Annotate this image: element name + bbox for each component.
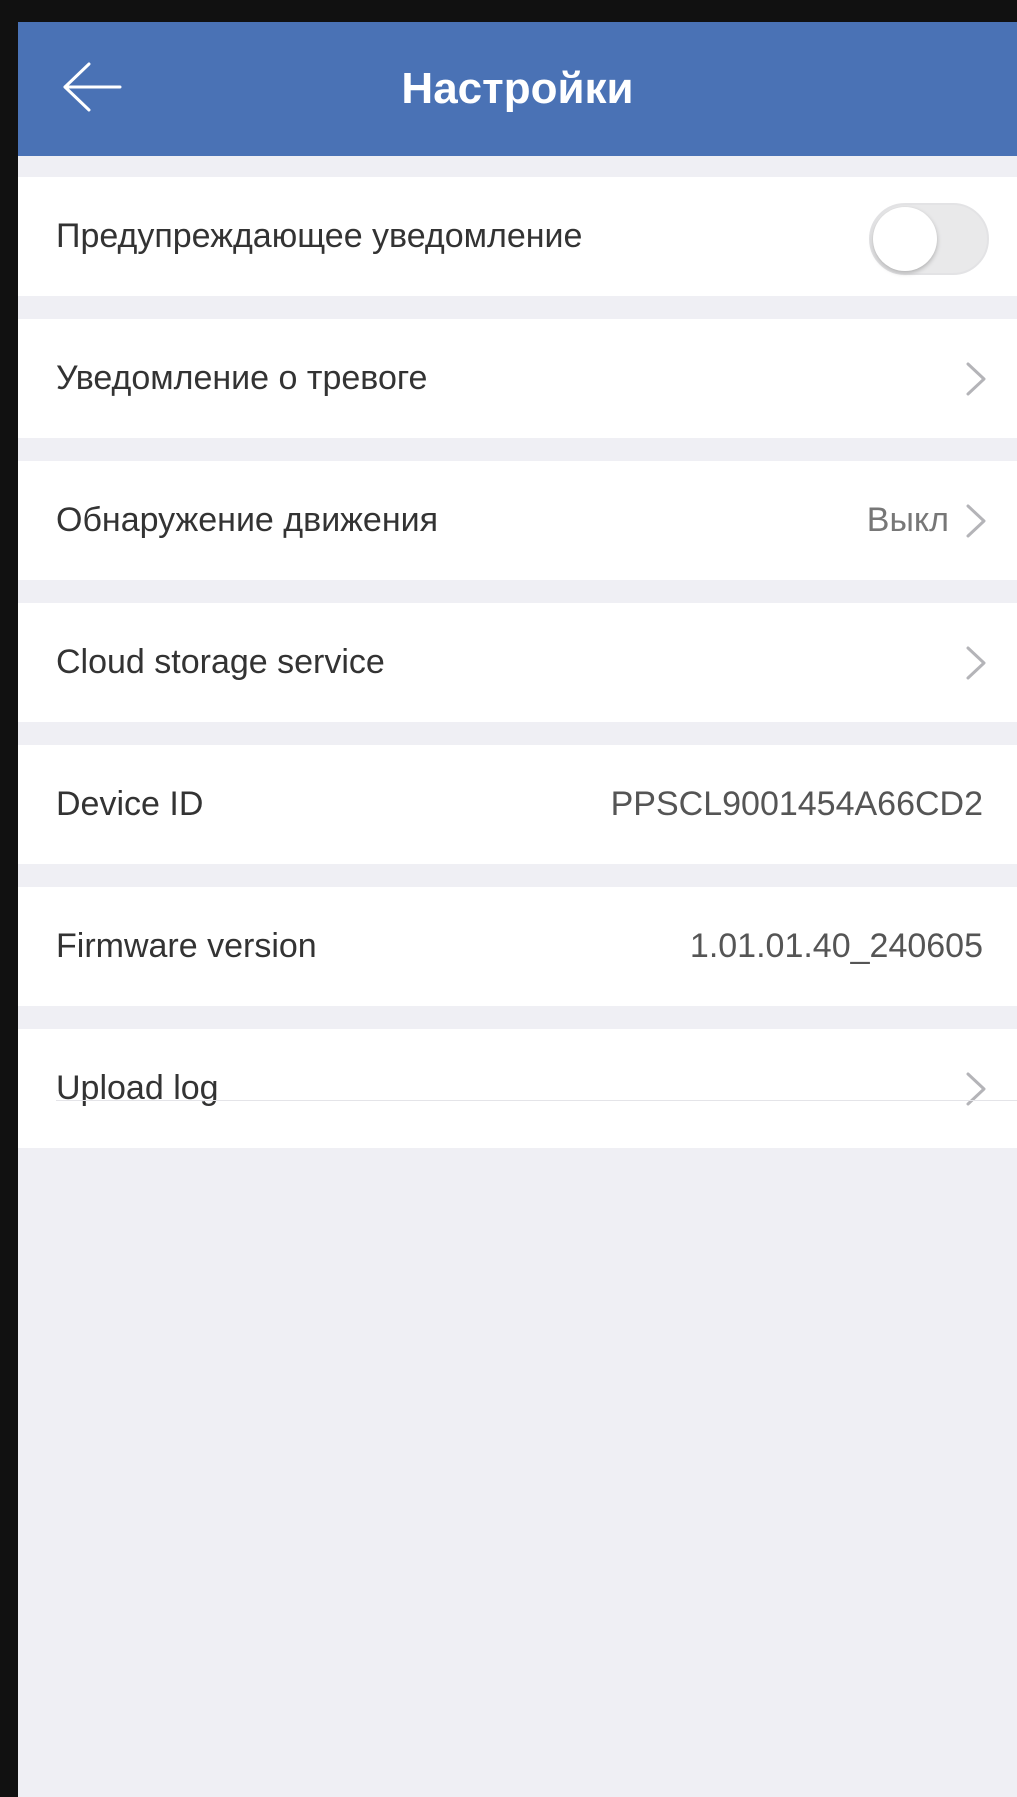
setting-label: Уведомление о тревоге [56, 359, 428, 397]
motion-detection-value: Выкл [866, 501, 949, 539]
setting-device-id: Device ID PPSCL9001454A66CD2 [18, 745, 1017, 864]
device-id-value: PPSCL9001454A66CD2 [610, 785, 983, 823]
settings-list: Предупреждающее уведомление Уведомление … [18, 177, 1017, 1171]
chevron-right-icon [965, 361, 987, 397]
setting-firmware-version: Firmware version 1.01.01.40_240605 [18, 887, 1017, 1006]
setting-upload-log[interactable]: Upload log [18, 1029, 1017, 1148]
settings-screen: Настройки Предупреждающее уведомление Ув… [18, 22, 1017, 1797]
setting-cloud-storage[interactable]: Cloud storage service [18, 603, 1017, 722]
page-title: Настройки [401, 64, 634, 113]
setting-label: Обнаружение движения [56, 501, 439, 539]
chevron-right-icon [965, 503, 987, 539]
app-header: Настройки [18, 22, 1017, 156]
setting-label: Upload log [56, 1069, 219, 1107]
setting-warning-notification: Предупреждающее уведомление [18, 177, 1017, 296]
arrow-left-icon [63, 62, 122, 112]
chevron-right-icon [965, 645, 987, 681]
toggle-knob [873, 207, 937, 271]
warning-notification-toggle[interactable] [869, 203, 989, 275]
chevron-right-icon [965, 1071, 987, 1107]
setting-label: Device ID [56, 785, 204, 823]
setting-label: Cloud storage service [56, 643, 385, 681]
setting-alarm-notification[interactable]: Уведомление о тревоге [18, 319, 1017, 438]
device-frame: Настройки Предупреждающее уведомление Ув… [0, 0, 1017, 1797]
setting-motion-detection[interactable]: Обнаружение движения Выкл [18, 461, 1017, 580]
back-button[interactable] [62, 62, 146, 122]
setting-label: Предупреждающее уведомление [56, 217, 583, 255]
setting-label: Firmware version [56, 927, 317, 965]
list-bottom-divider [56, 1100, 1017, 1101]
firmware-version-value: 1.01.01.40_240605 [689, 927, 983, 965]
